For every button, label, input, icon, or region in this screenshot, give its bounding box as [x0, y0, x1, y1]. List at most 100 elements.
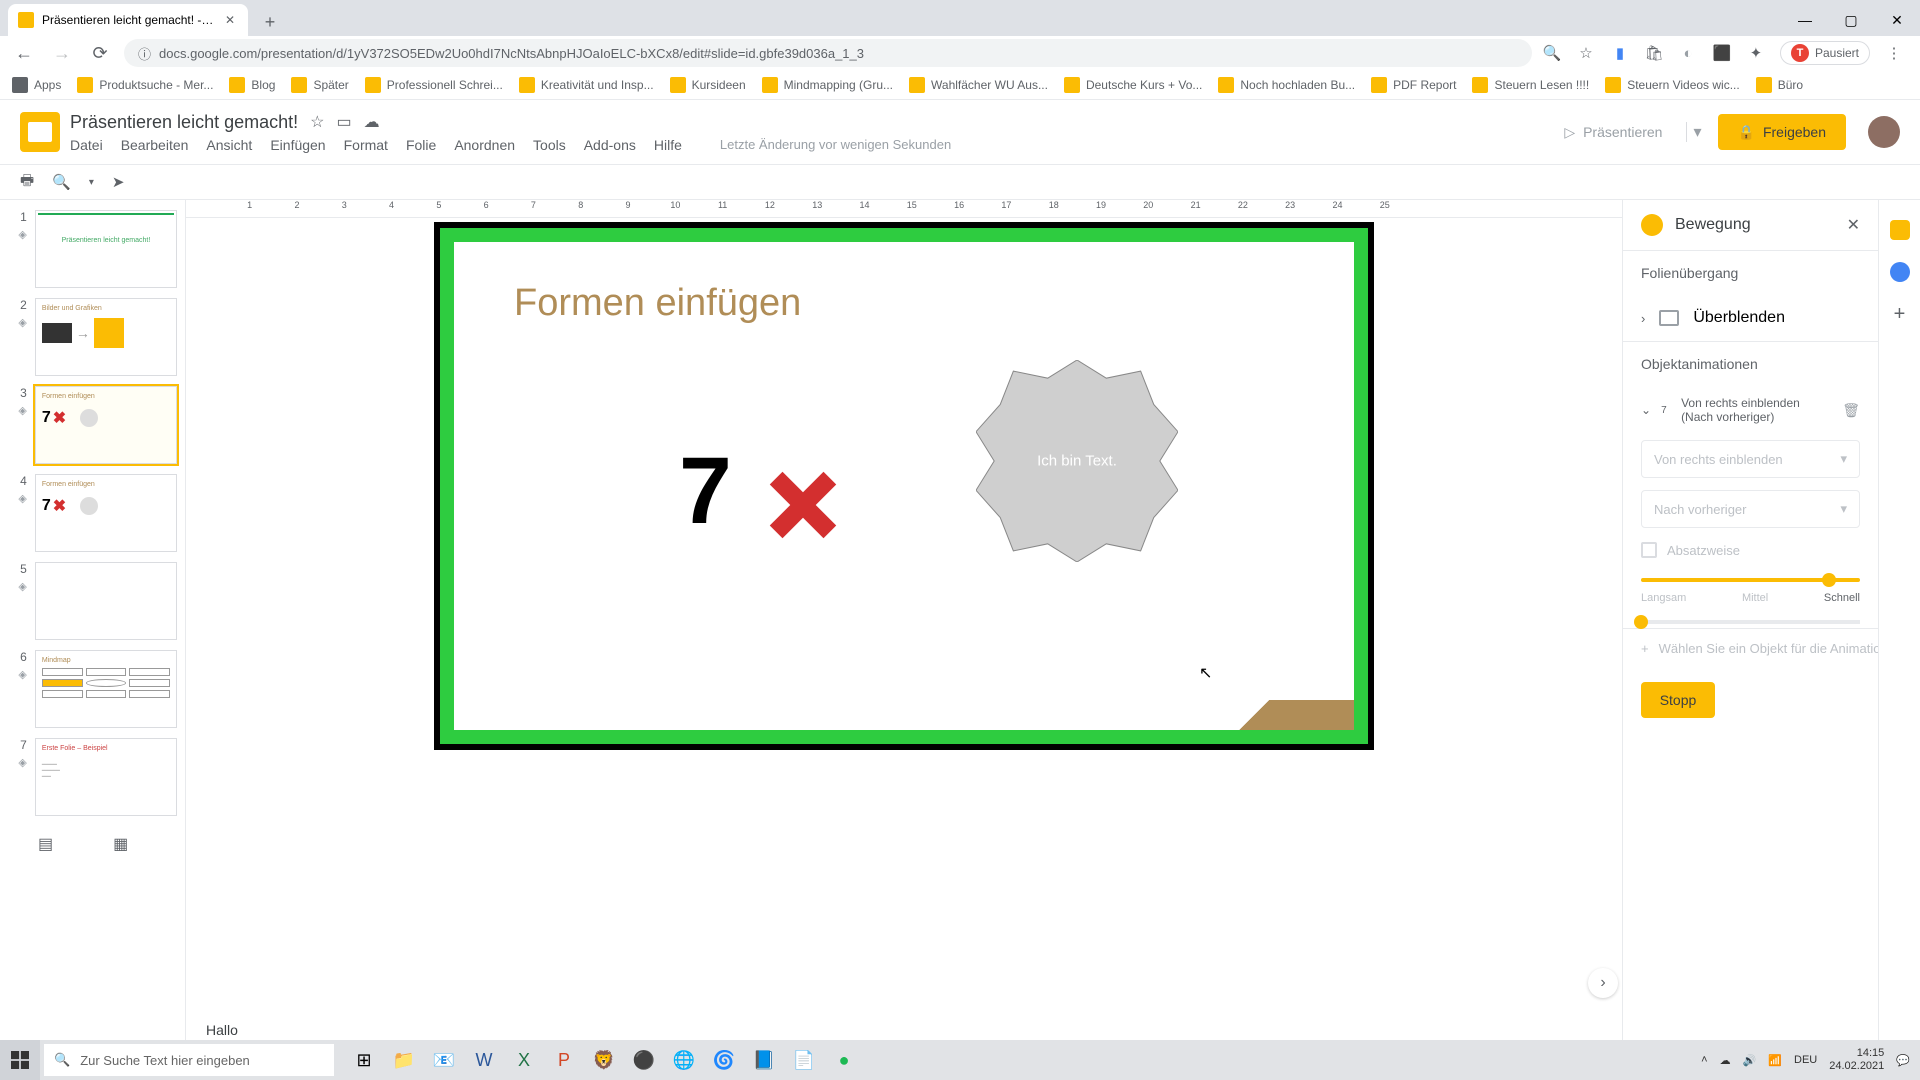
bookmark-item[interactable]: Noch hochladen Bu... — [1218, 77, 1355, 93]
back-button[interactable]: ← — [10, 39, 38, 67]
star-icon[interactable]: ☆ — [1576, 43, 1596, 63]
slide-thumbnail-3[interactable]: Formen einfügen7✖ — [35, 386, 177, 464]
tray-cloud-icon[interactable]: ☁ — [1720, 1054, 1731, 1067]
menu-format[interactable]: Format — [344, 137, 388, 153]
transition-row[interactable]: › Überblenden — [1623, 295, 1878, 342]
stop-button[interactable]: Stopp — [1641, 682, 1715, 718]
bookmark-item[interactable]: Steuern Lesen !!!! — [1472, 77, 1589, 93]
menu-file[interactable]: Datei — [70, 137, 103, 153]
animation-start-select[interactable]: Nach vorheriger▾ — [1641, 490, 1860, 528]
chevron-down-icon[interactable]: ⌄ — [1641, 403, 1651, 417]
cloud-icon[interactable]: ☁ — [364, 112, 380, 132]
slide-thumbnail-7[interactable]: Erste Folie – Beispiel━━━━━━━━━━━━━━ — [35, 738, 177, 816]
obs-icon[interactable]: ⚫ — [624, 1040, 664, 1080]
bookmark-item[interactable]: Kreativität und Insp... — [519, 77, 654, 93]
bookmark-apps[interactable]: Apps — [12, 77, 61, 93]
extension-icon-1[interactable]: ▮ — [1610, 43, 1630, 63]
bookmark-item[interactable]: Wahlfächer WU Aus... — [909, 77, 1048, 93]
slides-logo[interactable] — [20, 112, 60, 152]
close-tab-icon[interactable]: ✕ — [222, 12, 238, 28]
bookmark-item[interactable]: Später — [291, 77, 348, 93]
menu-slide[interactable]: Folie — [406, 137, 436, 153]
bookmark-item[interactable]: Blog — [229, 77, 275, 93]
brave-icon[interactable]: 🦁 — [584, 1040, 624, 1080]
extension-icon-4[interactable]: ⬛ — [1712, 43, 1732, 63]
bookmark-item[interactable]: Steuern Videos wic... — [1605, 77, 1740, 93]
close-window-button[interactable]: ✕ — [1874, 4, 1920, 36]
menu-edit[interactable]: Bearbeiten — [121, 137, 189, 153]
app-icon[interactable]: 📄 — [784, 1040, 824, 1080]
task-view-icon[interactable]: ⊞ — [344, 1040, 384, 1080]
animation-type-select[interactable]: Von rechts einblenden▾ — [1641, 440, 1860, 478]
extensions-menu-icon[interactable]: ✦ — [1746, 43, 1766, 63]
filmstrip-view-icon[interactable]: ▤ — [38, 834, 53, 854]
seal-text[interactable]: Ich bin Text. — [1037, 453, 1117, 470]
delete-icon[interactable]: 🗑 — [1842, 402, 1860, 419]
present-button[interactable]: ▷ Präsentieren — [1550, 116, 1676, 149]
edge-icon[interactable]: 🌀 — [704, 1040, 744, 1080]
reload-button[interactable]: ⟳ — [86, 39, 114, 67]
checkbox[interactable] — [1641, 542, 1657, 558]
menu-help[interactable]: Hilfe — [654, 137, 682, 153]
bookmark-item[interactable]: Professionell Schrei... — [365, 77, 503, 93]
close-panel-icon[interactable]: ✕ — [1847, 215, 1860, 235]
menu-arrange[interactable]: Anordnen — [454, 137, 515, 153]
zoom-icon[interactable]: 🔍 — [1542, 43, 1562, 63]
taskbar-search[interactable]: 🔍 Zur Suche Text hier eingeben — [44, 1044, 334, 1076]
select-tool-icon[interactable]: ➤ — [112, 173, 125, 191]
slide-thumbnail-4[interactable]: Formen einfügen7✖ — [35, 474, 177, 552]
tray-language[interactable]: DEU — [1794, 1054, 1817, 1066]
shape-x-icon[interactable] — [770, 472, 836, 538]
start-button[interactable] — [0, 1040, 40, 1080]
slide-thumbnail-1[interactable]: Präsentieren leicht gemacht! — [35, 210, 177, 288]
tasks-icon[interactable] — [1890, 262, 1910, 282]
browser-tab[interactable]: Präsentieren leicht gemacht! - G... ✕ — [8, 4, 248, 36]
bookmark-item[interactable]: Deutsche Kurs + Vo... — [1064, 77, 1202, 93]
kebab-menu-icon[interactable]: ⋮ — [1884, 43, 1904, 63]
slide-thumbnail-2[interactable]: Bilder und Grafiken→ — [35, 298, 177, 376]
slide-thumbnail-6[interactable]: Mindmap — [35, 650, 177, 728]
bookmark-item[interactable]: Mindmapping (Gru... — [762, 77, 893, 93]
mail-icon[interactable]: 📧 — [424, 1040, 464, 1080]
bookmark-item[interactable]: PDF Report — [1371, 77, 1456, 93]
menu-addons[interactable]: Add-ons — [584, 137, 636, 153]
zoom-dropdown-icon[interactable]: ▾ — [89, 177, 94, 188]
shape-seal[interactable]: Ich bin Text. — [976, 360, 1178, 562]
star-outline-icon[interactable]: ☆ — [310, 112, 324, 132]
present-dropdown[interactable]: ▾ — [1686, 122, 1707, 142]
secondary-slider[interactable] — [1641, 620, 1860, 624]
bookmark-item[interactable]: Büro — [1756, 77, 1803, 93]
explore-button[interactable]: › — [1588, 968, 1618, 998]
tray-clock[interactable]: 14:15 24.02.2021 — [1829, 1047, 1884, 1073]
animation-item[interactable]: ⌄ 7 Von rechts einblenden (Nach vorherig… — [1623, 386, 1878, 434]
last-edit-text[interactable]: Letzte Änderung vor wenigen Sekunden — [720, 137, 951, 153]
speed-slider[interactable] — [1641, 578, 1860, 582]
slide-thumbnail-5[interactable] — [35, 562, 177, 640]
add-icon[interactable]: + — [1890, 304, 1910, 324]
excel-icon[interactable]: X — [504, 1040, 544, 1080]
grid-view-icon[interactable]: ▦ — [113, 834, 128, 854]
minimize-button[interactable]: — — [1782, 4, 1828, 36]
bookmark-item[interactable]: Kursideen — [670, 77, 746, 93]
menu-view[interactable]: Ansicht — [206, 137, 252, 153]
share-button[interactable]: 🔒 Freigeben — [1718, 114, 1846, 150]
powerpoint-icon[interactable]: P — [544, 1040, 584, 1080]
word-icon[interactable]: W — [464, 1040, 504, 1080]
account-avatar[interactable] — [1868, 116, 1900, 148]
explorer-icon[interactable]: 📁 — [384, 1040, 424, 1080]
chrome-icon[interactable]: 🌐 — [664, 1040, 704, 1080]
address-bar[interactable]: ⓘ docs.google.com/presentation/d/1yV372S… — [124, 39, 1532, 67]
forward-button[interactable]: → — [48, 39, 76, 67]
extension-icon-3[interactable]: ◐ — [1678, 43, 1698, 63]
slide-canvas[interactable]: Formen einfügen 7 Ich bin Text. — [434, 222, 1374, 750]
menu-insert[interactable]: Einfügen — [270, 137, 325, 153]
slide-heading[interactable]: Formen einfügen — [514, 282, 801, 325]
tray-chevron-icon[interactable]: ˄ — [1701, 1054, 1707, 1066]
tray-notifications-icon[interactable]: 💬 — [1896, 1054, 1910, 1067]
tray-wifi-icon[interactable]: 📶 — [1768, 1054, 1782, 1067]
keep-icon[interactable] — [1890, 220, 1910, 240]
print-icon[interactable]: 🖶 — [20, 170, 34, 195]
spotify-icon[interactable]: ● — [824, 1040, 864, 1080]
menu-tools[interactable]: Tools — [533, 137, 566, 153]
document-title[interactable]: Präsentieren leicht gemacht! — [70, 112, 298, 133]
